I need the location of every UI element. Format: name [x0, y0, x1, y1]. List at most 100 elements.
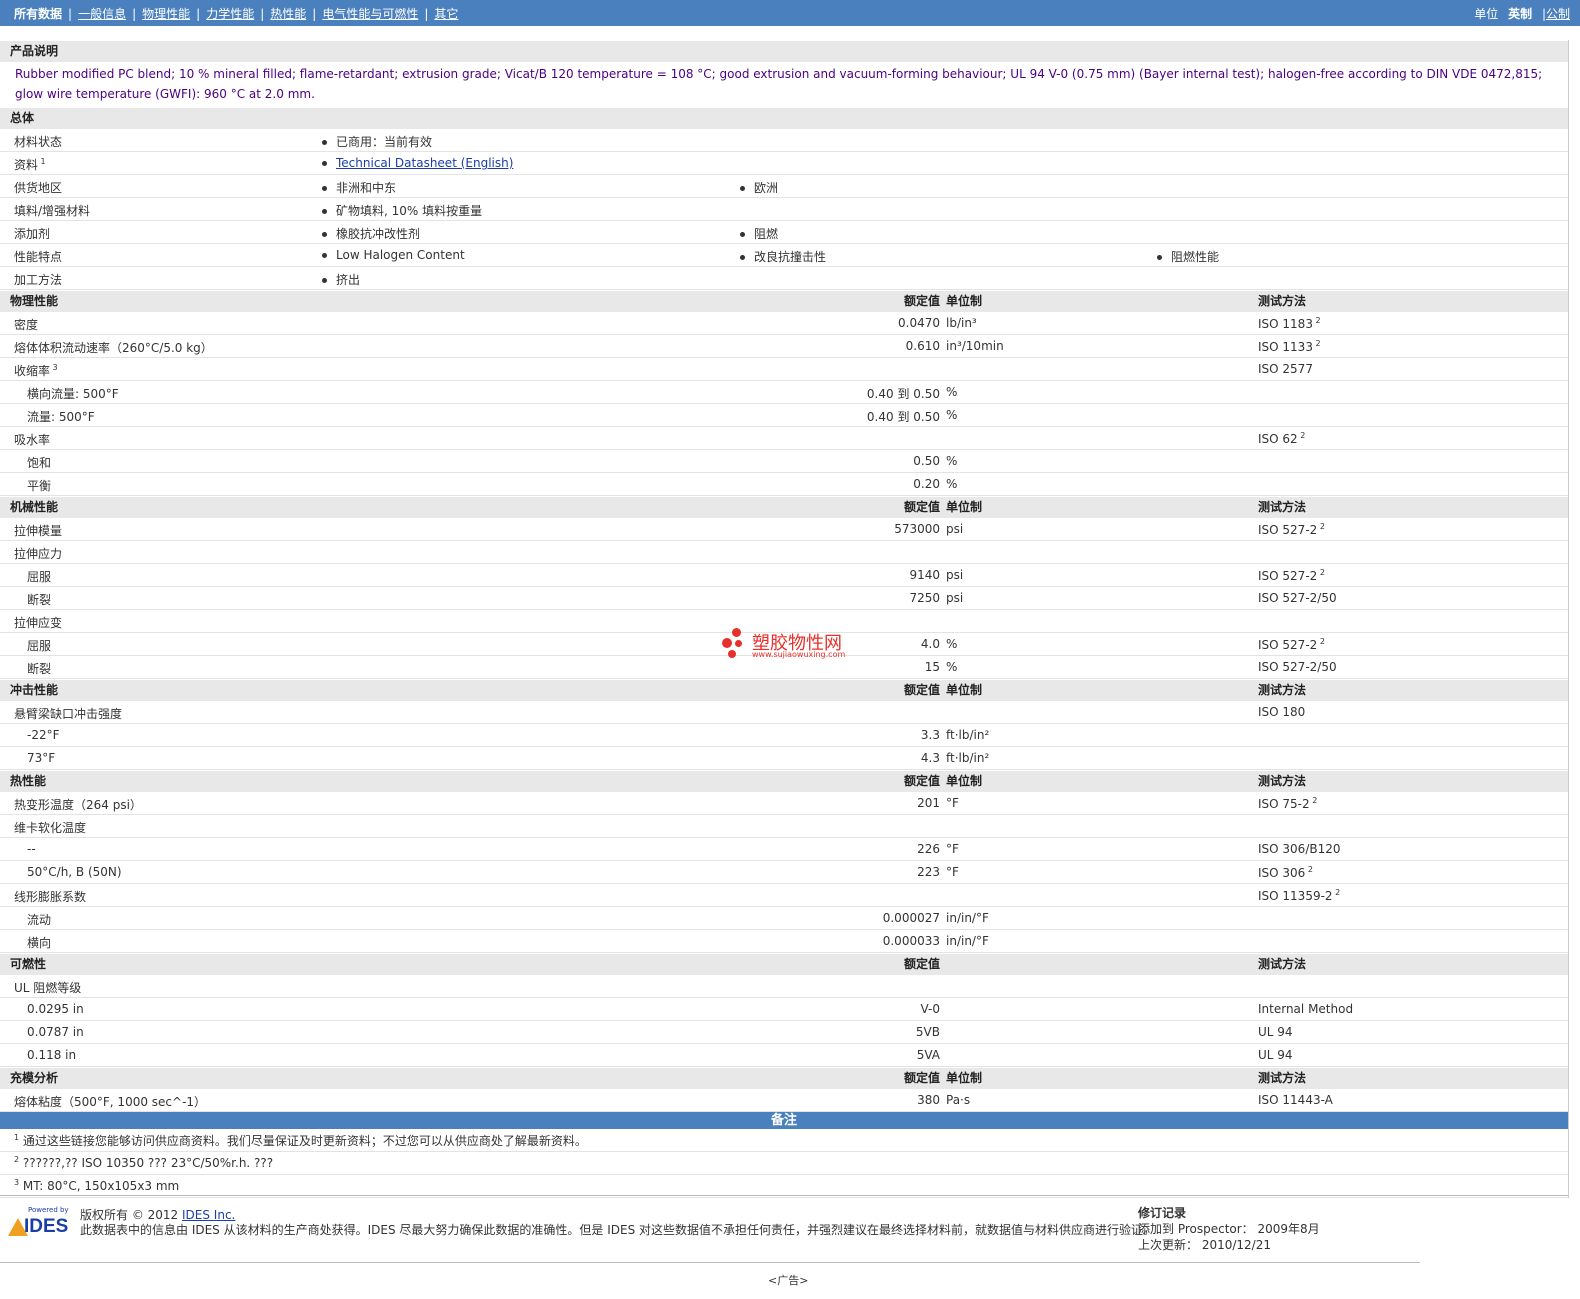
note-content: ??????,?? ISO 10350 ??? 23°C/50%r.h. ??? — [19, 1156, 274, 1170]
property-unit: °F — [946, 865, 959, 879]
flammability-section: 可燃性 额定值 测试方法 UL 阻燃等级 0.0295 in V-0 Internal Me… — [0, 953, 1568, 1067]
property-unit: in/in/°F — [946, 911, 989, 925]
header-unit: 单位制 — [946, 294, 983, 308]
property-name: -22°F — [27, 728, 60, 742]
datasheet: 产品说明 Rubber modified PC blend; 10 % mine… — [0, 40, 1569, 1198]
bullet-icon — [322, 232, 327, 237]
property-row: 断裂 7250 psi ISO 527-2/50 — [0, 587, 1568, 610]
nav-separator: | — [132, 7, 137, 21]
nav-item[interactable]: 热性能 — [270, 7, 306, 21]
footnote-ref: 2 — [1332, 888, 1341, 897]
section-header: 冲击性能 额定值 单位制 测试方法 — [0, 679, 1568, 701]
units-english[interactable]: 英制 — [1508, 7, 1532, 21]
product-description: Rubber modified PC blend; 10 % mineral f… — [15, 67, 1543, 101]
ad-placeholder: <广告> — [768, 1274, 809, 1287]
header-value: 额定值 — [903, 957, 940, 971]
property-name: 断裂 — [27, 593, 52, 607]
property-value: 4.3 — [920, 751, 940, 765]
bullet-icon — [322, 278, 327, 283]
bullet-text: Low Halogen Content — [336, 248, 465, 262]
property-name: 屈服 — [27, 639, 52, 653]
property-name: 材料状态 — [14, 135, 63, 149]
ides-logo[interactable]: Powered by IDES — [8, 1206, 70, 1238]
note-text: 2 ??????,?? ISO 10350 ??? 23°C/50%r.h. ?… — [14, 1155, 273, 1170]
property-name: 悬臂梁缺口冲击强度 — [14, 707, 123, 721]
property-name: -- — [27, 842, 36, 856]
section-title: 冲击性能 — [10, 683, 59, 697]
datasheet-link[interactable]: Technical Datasheet (English) — [336, 156, 513, 170]
property-name: 供货地区 — [14, 181, 63, 195]
property-unit: Pa·s — [946, 1093, 971, 1107]
bullet-text: 非洲和中东 — [336, 181, 397, 195]
general-row: 加工方法 挤出 — [0, 267, 1568, 290]
property-name: 平衡 — [27, 479, 52, 493]
nav-item[interactable]: 物理性能 — [142, 7, 190, 21]
nav-item[interactable]: 力学性能 — [206, 7, 254, 21]
notes-header: 备注 — [0, 1112, 1568, 1129]
copyright-text: 版权所有 © 2012 — [80, 1208, 179, 1222]
physical-section: 物理性能 额定值 单位制 测试方法 密度 0.0470 lb/in³ ISO 1183 2 熔体… — [0, 290, 1568, 496]
section-header-general: 总体 — [0, 107, 1568, 129]
header-method: 测试方法 — [1258, 294, 1307, 308]
header-value: 额定值 — [903, 294, 940, 308]
footnote-ref: 1 — [38, 157, 46, 166]
property-row: 平衡 0.20% — [0, 473, 1568, 496]
note-row: 1 通过这些链接您能够访问供应商资料。我们尽量保证及时更新资料；不过您可以从供应… — [0, 1129, 1568, 1152]
nav-item[interactable]: 电气性能与可燃性 — [322, 7, 418, 21]
property-row: 拉伸模量 573000 psi ISO 527-2 2 — [0, 518, 1568, 541]
section-header: 物理性能 额定值 单位制 测试方法 — [0, 290, 1568, 312]
nav-separator: | — [260, 7, 265, 21]
test-method: ISO 527-2 2 — [1258, 522, 1325, 537]
section-title: 机械性能 — [10, 500, 59, 514]
property-name: 熔体粘度（500°F, 1000 sec^-1） — [14, 1095, 207, 1109]
bullet-item: 欧洲 — [740, 179, 778, 196]
general-row: 性能特点 Low Halogen Content 改良抗撞击性 阻燃性能 — [0, 244, 1568, 267]
header-method: 测试方法 — [1258, 500, 1307, 514]
property-name: 线形膨胀系数 — [14, 890, 87, 904]
test-method: ISO 527-2 2 — [1258, 568, 1325, 583]
property-name: 资料 1 — [14, 157, 46, 172]
watermark-url: www.sujiaowuxing.com — [752, 650, 846, 659]
nav-item[interactable]: 所有数据 — [14, 7, 62, 21]
bullet-item: 改良抗撞击性 — [740, 248, 826, 265]
ides-link[interactable]: IDES Inc. — [182, 1208, 235, 1222]
property-unit: in³/10min — [946, 339, 1004, 353]
property-unit: % — [946, 637, 958, 651]
property-name: 热变形温度（264 psi） — [14, 798, 142, 812]
header-value: 额定值 — [903, 774, 940, 788]
header-method: 测试方法 — [1258, 957, 1307, 971]
section-header: 可燃性 额定值 测试方法 — [0, 953, 1568, 975]
property-value: 0.20 — [913, 477, 940, 491]
nav-separator: | — [196, 7, 201, 21]
header-method: 测试方法 — [1258, 683, 1307, 697]
bullet-item: 挤出 — [322, 271, 360, 288]
section-nav: 所有数据 | 一般信息 | 物理性能 | 力学性能 | 热性能 | 电气性能与可燃性 | 其它 — [14, 5, 458, 22]
nav-separator: | — [68, 7, 73, 21]
property-row: 50°C/h, B (50N) 223 °F ISO 306 2 — [0, 861, 1568, 884]
property-name: 流动 — [27, 913, 52, 927]
header-unit: 单位制 — [946, 500, 983, 514]
nav-item[interactable]: 一般信息 — [78, 7, 126, 21]
property-value: 226 — [917, 842, 940, 856]
section-title: 物理性能 — [10, 294, 59, 308]
property-row: 流动 0.000027 in/in/°F — [0, 907, 1568, 930]
disclaimer: 此数据表中的信息由 IDES 从该材料的生产商处获得。IDES 尽最大努力确保此… — [80, 1223, 1156, 1237]
property-row: 断裂 15% ISO 527-2/50 — [0, 656, 1568, 679]
bullet-icon — [322, 253, 327, 258]
property-row: UL 阻燃等级 — [0, 975, 1568, 998]
property-row: 横向 0.000033 in/in/°F — [0, 930, 1568, 953]
general-row: 资料 1 Technical Datasheet (English) — [0, 152, 1568, 175]
bullet-icon — [322, 186, 327, 191]
property-row: 横向流量: 500°F 0.40 到 0.50% — [0, 381, 1568, 404]
property-value: 3.3 — [920, 728, 940, 742]
nav-item[interactable]: 其它 — [434, 7, 458, 21]
test-method: ISO 527-2 2 — [1258, 637, 1325, 652]
units-metric-link[interactable]: 公制 — [1546, 7, 1570, 21]
bullet-text: 矿物填料, 10% 填料按重量 — [336, 204, 483, 218]
property-unit: °F — [946, 842, 959, 856]
property-name: 添加剂 — [14, 227, 51, 241]
property-value: 4.0 — [920, 637, 940, 651]
note-row: 2 ??????,?? ISO 10350 ??? 23°C/50%r.h. ?… — [0, 1152, 1568, 1175]
property-unit: lb/in³ — [946, 316, 977, 330]
bullet-item: 非洲和中东 — [322, 179, 396, 196]
